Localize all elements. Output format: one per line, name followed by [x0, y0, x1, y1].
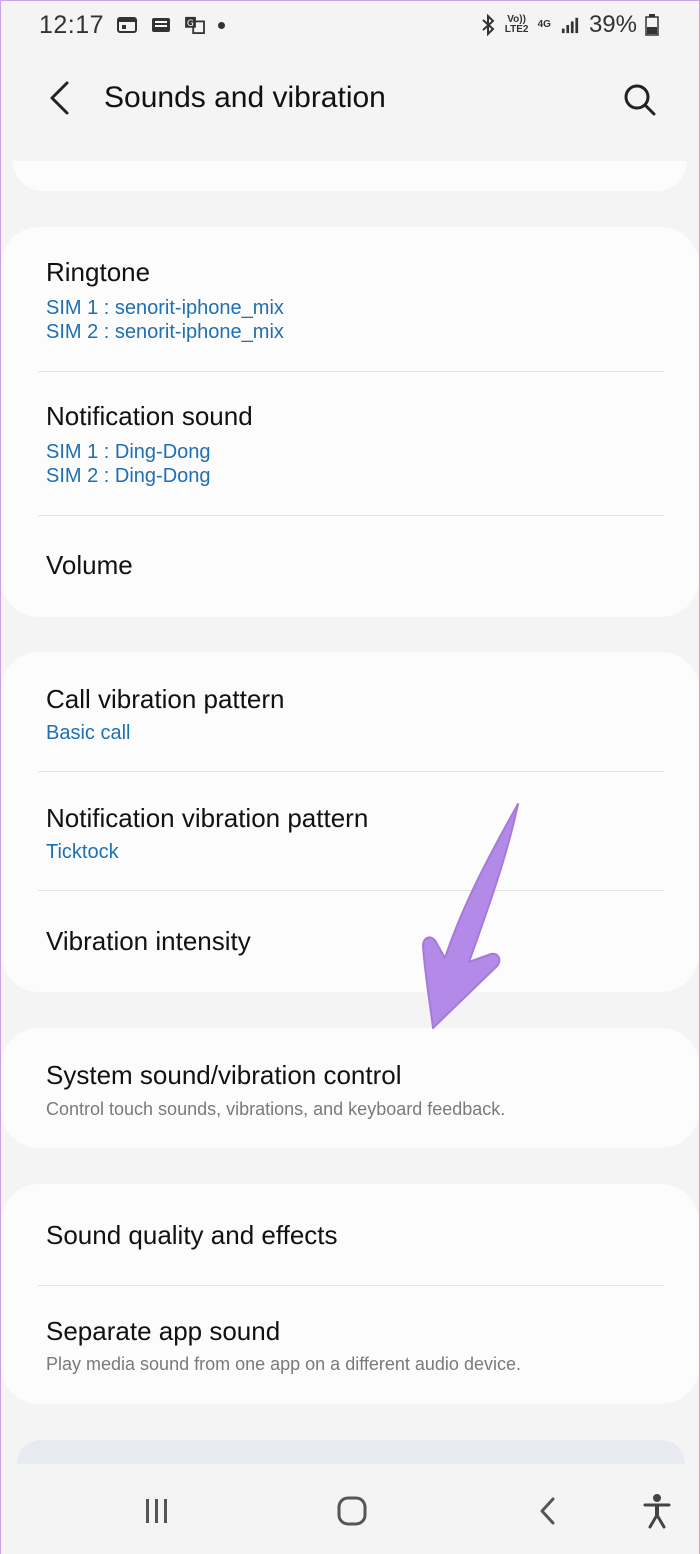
settings-group-system: System sound/vibration control Control t… [1, 1028, 699, 1148]
previous-card-stub [13, 161, 687, 191]
status-right: Vo)) LTE2 4G 39% [480, 11, 659, 39]
item-title: System sound/vibration control [46, 1060, 402, 1090]
item-title: Call vibration pattern [46, 684, 285, 714]
signal-icon [561, 17, 579, 34]
accessibility-button[interactable] [635, 1489, 679, 1533]
volte-label: Vo)) LTE2 [504, 14, 529, 35]
nav-back-button[interactable] [526, 1489, 570, 1533]
next-card-stub [17, 1440, 685, 1464]
app-bar: Sounds and vibration [1, 61, 699, 137]
item-title: Ringtone [46, 257, 151, 287]
accessibility-icon [643, 1494, 671, 1529]
sound-quality-effects-item[interactable]: Sound quality and effects [1, 1184, 699, 1285]
status-bar: 12:17 G Vo)) LTE2 4G 39% [1, 1, 699, 49]
item-subtitle: SIM 1 : senorit-iphone_mix [46, 297, 284, 319]
back-button[interactable] [37, 75, 83, 121]
back-arrow-icon [50, 81, 69, 115]
item-subtitle: SIM 2 : senorit-iphone_mix [46, 321, 284, 343]
vibration-intensity-item[interactable]: Vibration intensity [1, 890, 699, 992]
item-title: Volume [46, 550, 133, 580]
search-button[interactable] [615, 75, 665, 125]
item-title: Notification sound [46, 401, 253, 431]
ringtone-item[interactable]: Ringtone SIM 1 : senorit-iphone_mix SIM … [1, 227, 699, 371]
item-description: Play media sound from one app on a diffe… [46, 1354, 521, 1374]
volume-item[interactable]: Volume [1, 515, 699, 617]
translate-icon: G [185, 16, 205, 34]
back-icon [540, 1497, 555, 1525]
item-subtitle: SIM 2 : Ding-Dong [46, 465, 211, 487]
recents-button[interactable] [135, 1489, 179, 1533]
bluetooth-icon [481, 14, 495, 36]
dot-icon [218, 21, 226, 29]
svg-text:G: G [187, 19, 194, 29]
system-sound-vibration-control-item[interactable]: System sound/vibration control Control t… [1, 1028, 699, 1148]
battery-icon [645, 14, 659, 36]
message-icon [152, 18, 171, 32]
recents-icon [146, 1499, 167, 1523]
network-label: 4G [537, 19, 551, 30]
search-icon [624, 84, 656, 116]
item-subtitle: Ticktock [46, 841, 119, 863]
settings-group-vibration: Call vibration pattern Basic call Notifi… [1, 652, 699, 992]
status-time: 12:17 [39, 10, 105, 39]
item-title: Sound quality and effects [46, 1220, 338, 1250]
item-description: Control touch sounds, vibrations, and ke… [46, 1099, 506, 1119]
battery-percent: 39% [588, 11, 637, 38]
calendar-icon [117, 17, 138, 33]
home-button[interactable] [330, 1489, 374, 1533]
home-icon [337, 1496, 367, 1526]
notification-sound-item[interactable]: Notification sound SIM 1 : Ding-Dong SIM… [1, 371, 699, 515]
separate-app-sound-item[interactable]: Separate app sound Play media sound from… [1, 1285, 699, 1404]
item-title: Notification vibration pattern [46, 803, 369, 833]
item-subtitle: Basic call [46, 722, 131, 744]
item-subtitle: SIM 1 : Ding-Dong [46, 441, 211, 463]
item-title: Vibration intensity [46, 926, 251, 956]
call-vibration-pattern-item[interactable]: Call vibration pattern Basic call [1, 652, 699, 772]
settings-group-sounds: Ringtone SIM 1 : senorit-iphone_mix SIM … [1, 227, 699, 617]
settings-group-quality: Sound quality and effects Separate app s… [1, 1184, 699, 1404]
item-title: Separate app sound [46, 1316, 281, 1346]
navigation-bar [1, 1467, 699, 1554]
page-title: Sounds and vibration [104, 81, 386, 114]
status-left: 12:17 G [39, 10, 226, 40]
notification-vibration-pattern-item[interactable]: Notification vibration pattern Ticktock [1, 771, 699, 891]
